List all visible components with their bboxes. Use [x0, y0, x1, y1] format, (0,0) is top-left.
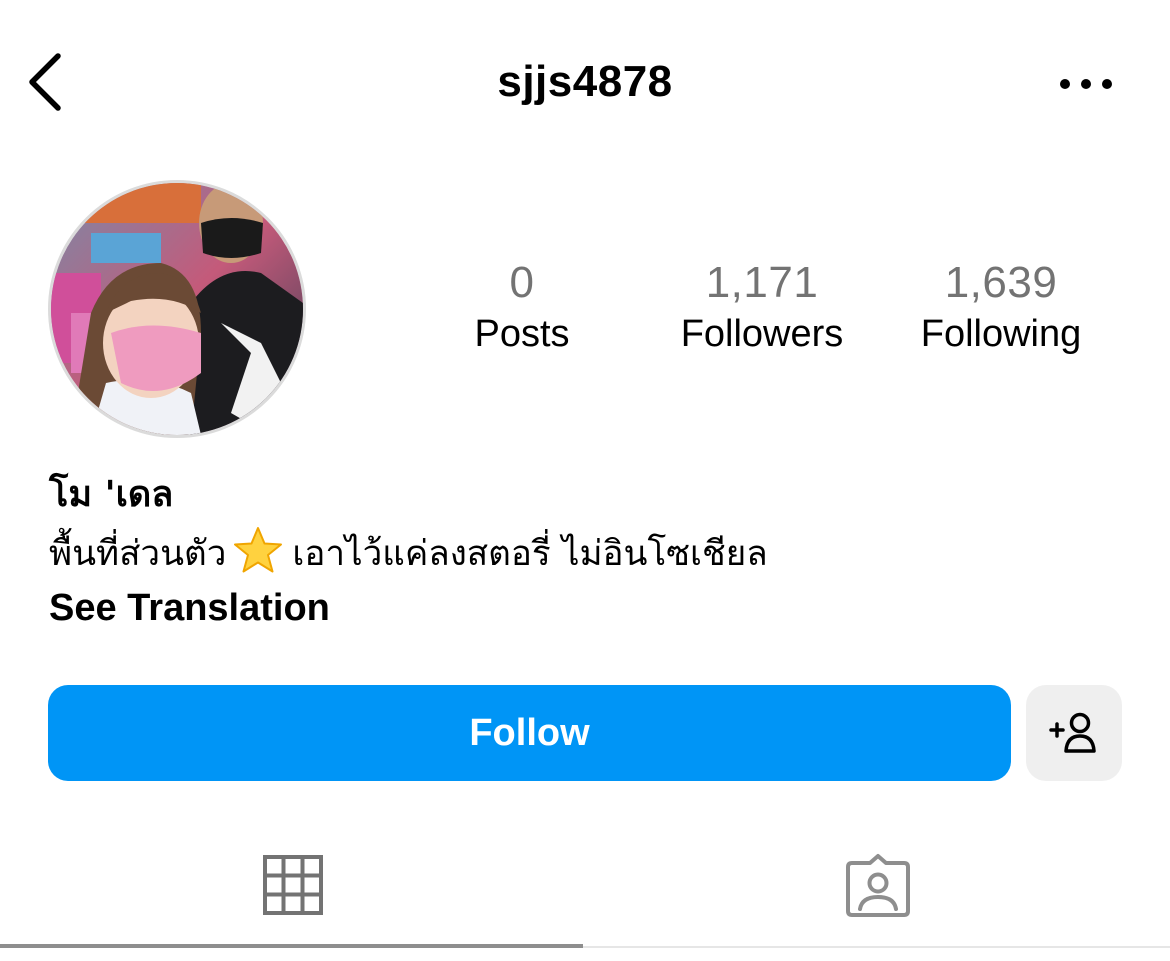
profile-header: sjjs4878: [0, 0, 1170, 165]
display-name: โม 'เดล: [49, 474, 174, 515]
more-horizontal-icon: [1060, 79, 1112, 89]
grid-icon: [263, 855, 323, 915]
profile-photo: [51, 183, 303, 435]
bio-text-end: เอาไว้แค่ลงสตอรี่ ไม่อินโซเชียล: [292, 534, 768, 574]
posts-count: 0: [509, 258, 535, 307]
active-tab-indicator: [0, 944, 583, 948]
posts-stat: 0 Posts: [412, 256, 632, 358]
tab-tagged[interactable]: [585, 820, 1170, 948]
following-stat[interactable]: 1,639 Following: [891, 256, 1111, 358]
followers-stat[interactable]: 1,171 Followers: [652, 256, 872, 358]
see-translation-link[interactable]: See Translation: [49, 584, 330, 632]
bio-text-start: พื้นที่ส่วนตัว: [49, 534, 227, 574]
more-options-button[interactable]: [1055, 66, 1119, 102]
followers-count: 1,171: [705, 258, 819, 307]
followers-label: Followers: [680, 313, 844, 355]
bio: พื้นที่ส่วนตัว เอาไว้แค่ลงสตอรี่ ไม่อินโ…: [49, 526, 1129, 582]
posts-label: Posts: [474, 313, 570, 355]
following-label: Following: [920, 313, 1082, 355]
profile-username: sjjs4878: [497, 57, 673, 106]
add-person-icon: [1049, 712, 1096, 753]
tab-posts-grid[interactable]: [0, 820, 585, 948]
avatar[interactable]: [48, 180, 306, 438]
follow-button[interactable]: Follow: [48, 685, 1011, 781]
suggested-accounts-button[interactable]: [1026, 685, 1122, 781]
following-count: 1,639: [944, 258, 1058, 307]
star-emoji-icon: [234, 527, 283, 573]
tagged-person-icon: [846, 854, 910, 917]
